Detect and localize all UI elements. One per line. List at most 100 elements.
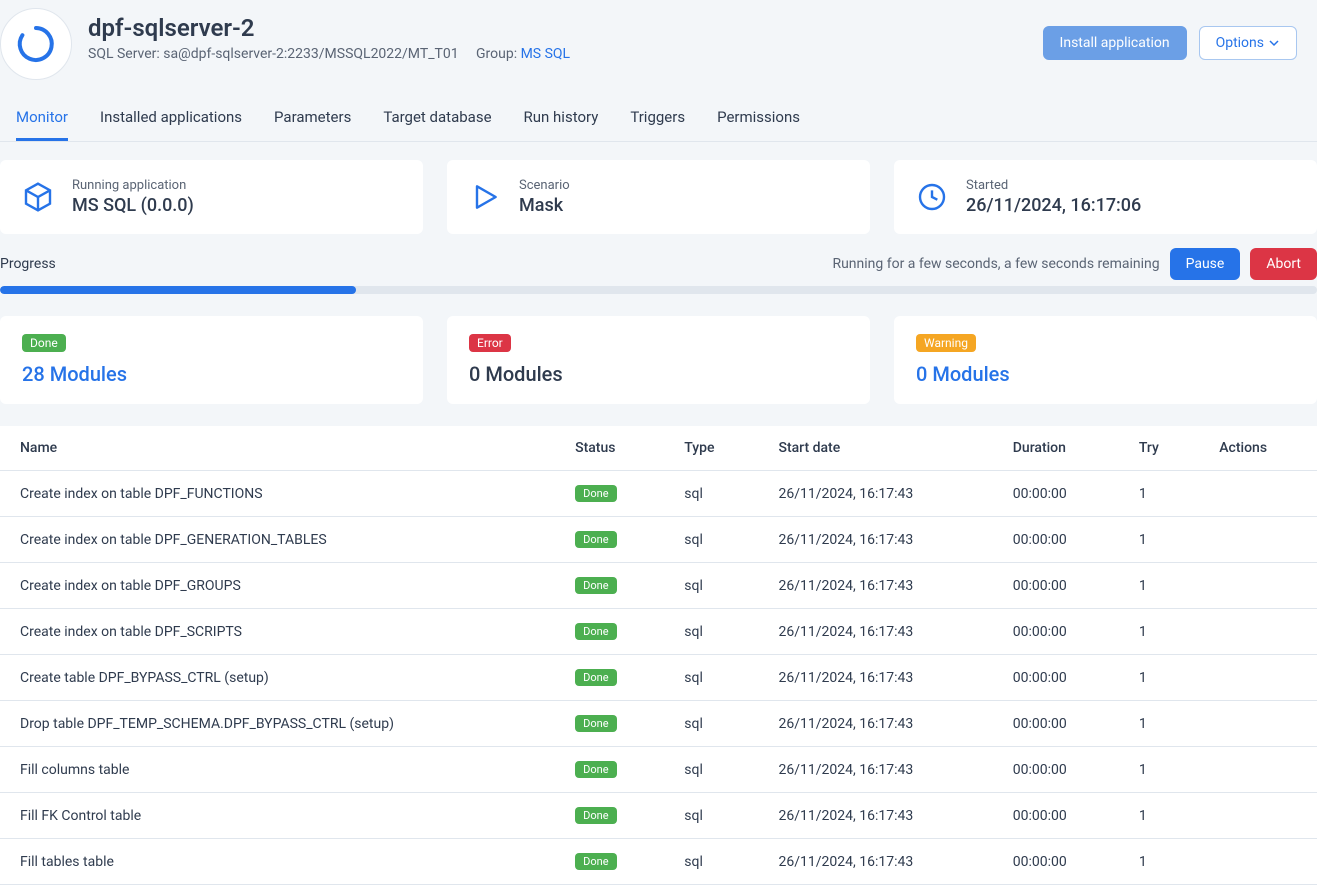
cell-duration: 00:00:00 [993,747,1119,793]
tab-installed-applications[interactable]: Installed applications [100,108,242,141]
done-card[interactable]: Done 28 Modules [0,316,423,404]
cell-start: 26/11/2024, 16:17:43 [758,517,992,563]
page-title: dpf-sqlserver-2 [88,14,1027,42]
cell-duration: 00:00:00 [993,701,1119,747]
col-type[interactable]: Type [664,426,758,471]
cell-try: 1 [1119,471,1199,517]
group-label: Group: [476,46,517,62]
progress-status-text: Running for a few seconds, a few seconds… [832,256,1159,272]
tab-target-database[interactable]: Target database [383,108,491,141]
running-app-label: Running application [72,178,194,193]
cell-status: Done [555,655,664,701]
status-badge: Done [575,715,616,732]
play-icon [469,181,501,213]
options-label: Options [1216,35,1264,51]
cell-type: sql [664,793,758,839]
cell-actions [1199,563,1317,609]
cell-try: 1 [1119,747,1199,793]
status-badge: Done [575,669,616,686]
col-try[interactable]: Try [1119,426,1199,471]
cell-start: 26/11/2024, 16:17:43 [758,793,992,839]
tab-monitor[interactable]: Monitor [16,108,68,141]
table-row[interactable]: Fill columns tableDonesql26/11/2024, 16:… [0,747,1317,793]
cell-type: sql [664,701,758,747]
cell-status: Done [555,701,664,747]
server-label: SQL Server: [88,46,160,62]
cell-type: sql [664,609,758,655]
cell-try: 1 [1119,793,1199,839]
scenario-value: Mask [519,195,570,216]
col-duration[interactable]: Duration [993,426,1119,471]
running-app-value: MS SQL (0.0.0) [72,195,194,216]
warning-card[interactable]: Warning 0 Modules [894,316,1317,404]
cell-name: Fill columns table [0,747,555,793]
cell-type: sql [664,471,758,517]
chevron-down-icon [1268,37,1280,49]
cell-name: Fill tables table [0,839,555,885]
group-link[interactable]: MS SQL [521,46,571,62]
options-button[interactable]: Options [1199,26,1297,60]
table-row[interactable]: Create index on table DPF_GENERATION_TAB… [0,517,1317,563]
cell-try: 1 [1119,563,1199,609]
tab-run-history[interactable]: Run history [524,108,599,141]
cell-duration: 00:00:00 [993,793,1119,839]
cell-duration: 00:00:00 [993,609,1119,655]
table-row[interactable]: Drop table DPF_TEMP_SCHEMA.DPF_BYPASS_CT… [0,701,1317,747]
table-row[interactable]: Create index on table DPF_SCRIPTSDonesql… [0,609,1317,655]
error-card[interactable]: Error 0 Modules [447,316,870,404]
cell-start: 26/11/2024, 16:17:43 [758,655,992,701]
cell-start: 26/11/2024, 16:17:43 [758,701,992,747]
cell-type: sql [664,517,758,563]
clock-icon [916,181,948,213]
scenario-label: Scenario [519,178,570,193]
col-actions[interactable]: Actions [1199,426,1317,471]
tabs-nav: Monitor Installed applications Parameter… [0,88,1317,142]
status-badge: Done [575,761,616,778]
tab-permissions[interactable]: Permissions [717,108,800,141]
table-row[interactable]: Create index on table DPF_GROUPSDonesql2… [0,563,1317,609]
status-badge: Done [575,531,616,548]
cell-status: Done [555,839,664,885]
done-count: 28 Modules [22,362,401,386]
table-row[interactable]: Create table DPF_BYPASS_CTRL (setup)Done… [0,655,1317,701]
col-status[interactable]: Status [555,426,664,471]
scenario-card: Scenario Mask [447,160,870,234]
table-row[interactable]: Fill tables tableDonesql26/11/2024, 16:1… [0,839,1317,885]
cell-actions [1199,747,1317,793]
table-row[interactable]: Create index on table DPF_FUNCTIONSDones… [0,471,1317,517]
status-badge: Done [575,623,616,640]
server-logo [0,8,72,80]
cell-actions [1199,839,1317,885]
cell-actions [1199,701,1317,747]
cell-name: Drop table DPF_TEMP_SCHEMA.DPF_BYPASS_CT… [0,701,555,747]
cell-start: 26/11/2024, 16:17:43 [758,839,992,885]
cell-actions [1199,517,1317,563]
server-value: sa@dpf-sqlserver-2:2233/MSSQL2022/MT_T01 [163,46,458,62]
error-count: 0 Modules [469,362,848,386]
cell-start: 26/11/2024, 16:17:43 [758,471,992,517]
box-icon [22,181,54,213]
cell-try: 1 [1119,517,1199,563]
cell-actions [1199,793,1317,839]
done-badge: Done [22,334,66,352]
install-application-button[interactable]: Install application [1043,26,1187,60]
cell-actions [1199,609,1317,655]
cell-name: Fill FK Control table [0,793,555,839]
cell-start: 26/11/2024, 16:17:43 [758,747,992,793]
cell-duration: 00:00:00 [993,563,1119,609]
table-row[interactable]: Fill FK Control tableDonesql26/11/2024, … [0,793,1317,839]
col-name[interactable]: Name [0,426,555,471]
started-value: 26/11/2024, 16:17:06 [966,195,1141,216]
cell-duration: 00:00:00 [993,839,1119,885]
progress-fill [0,286,356,294]
tab-parameters[interactable]: Parameters [274,108,351,141]
cell-try: 1 [1119,839,1199,885]
abort-button[interactable]: Abort [1250,248,1317,280]
col-start-date[interactable]: Start date [758,426,992,471]
tab-triggers[interactable]: Triggers [630,108,685,141]
cell-status: Done [555,609,664,655]
started-label: Started [966,178,1141,193]
cell-status: Done [555,793,664,839]
pause-button[interactable]: Pause [1170,248,1241,280]
cell-name: Create index on table DPF_FUNCTIONS [0,471,555,517]
